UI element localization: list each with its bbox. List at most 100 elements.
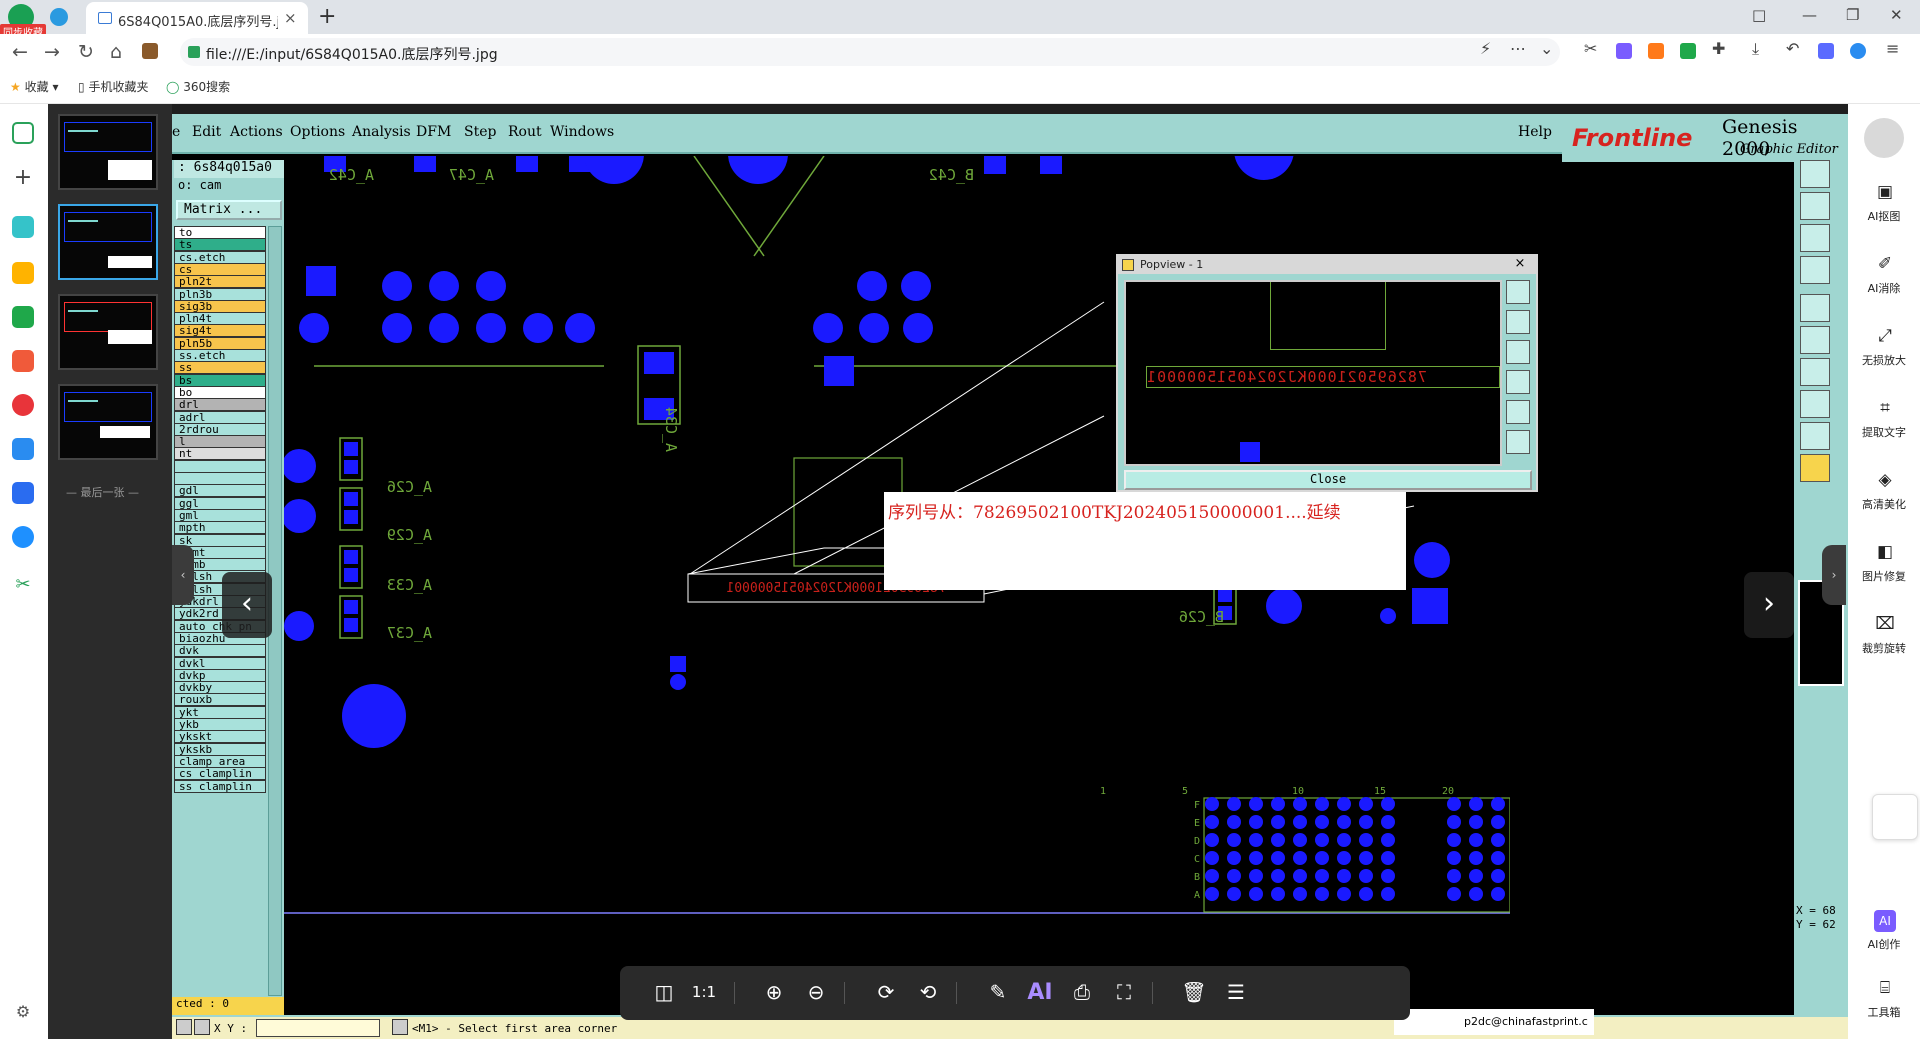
layer-item[interactable]: nt	[174, 447, 266, 461]
snap-icon[interactable]	[176, 1019, 192, 1035]
layer-item[interactable]: ykskb	[174, 742, 266, 756]
puzzle-icon[interactable]: ✚	[1712, 39, 1725, 58]
briefcase-icon[interactable]	[142, 43, 158, 59]
thumbnail-active[interactable]	[58, 204, 158, 280]
chevron-down-icon[interactable]: ⌄	[1540, 39, 1553, 58]
menu-step[interactable]: Step	[464, 124, 496, 140]
popview-close-icon[interactable]: ×	[1508, 256, 1532, 272]
download-icon[interactable]: ⤓	[1752, 39, 1759, 59]
fullscreen-icon[interactable]: ⛶	[1110, 980, 1138, 1004]
floating-helper-icon[interactable]	[1872, 794, 1918, 840]
ai-extension-icon[interactable]	[1818, 43, 1834, 59]
more-menu-icon[interactable]: ☰	[1222, 980, 1250, 1004]
print-icon[interactable]: ⎙	[1068, 980, 1096, 1004]
pointer-tool-icon[interactable]	[1800, 454, 1830, 482]
collapse-thumbs-button[interactable]: ‹	[172, 545, 194, 605]
pan-tool-icon[interactable]	[1800, 192, 1830, 220]
tool-image-repair[interactable]: ◧ 图片修复	[1848, 542, 1920, 600]
menu-dfm[interactable]: DFM	[416, 124, 451, 140]
browser-service-icon[interactable]	[1850, 43, 1866, 59]
layer-item[interactable]	[174, 472, 266, 485]
layer-item[interactable]: rouxb	[174, 693, 266, 707]
delete-icon[interactable]: 🗑	[1180, 980, 1208, 1004]
layer-item[interactable]: mpth	[174, 521, 266, 535]
minimize-button[interactable]: —	[1802, 6, 1817, 24]
layer-item[interactable]: ggl	[174, 496, 266, 510]
avatar[interactable]	[1864, 118, 1904, 158]
more-icon[interactable]: ⋯	[1510, 39, 1526, 58]
new-tab-button[interactable]: +	[318, 4, 336, 29]
layer-item[interactable]: dvkby	[174, 681, 266, 695]
layer-item[interactable]: ss	[174, 361, 266, 375]
scissors-icon[interactable]: ✂	[1584, 39, 1597, 58]
tool-ai-cutout[interactable]: ▣ AI抠图	[1848, 182, 1920, 240]
bookmark-360-search[interactable]: ◯ 360搜索	[166, 78, 230, 95]
line-tool-icon[interactable]	[1800, 358, 1830, 386]
menu-edit[interactable]: Edit	[192, 124, 221, 140]
layer-item[interactable]: l	[174, 435, 266, 449]
menu-icon[interactable]: ≡	[1886, 39, 1899, 58]
undo-icon[interactable]: ↶	[1786, 39, 1799, 58]
scissors-icon[interactable]: ✂	[12, 574, 34, 596]
tool-hd-enhance[interactable]: ◈ 高清美化	[1848, 470, 1920, 528]
pad-tool-icon[interactable]	[1800, 326, 1830, 354]
layer-item[interactable]: clamp_area	[174, 754, 266, 768]
menu-rout[interactable]: Rout	[508, 124, 542, 140]
layer-item[interactable]: dvkl	[174, 656, 266, 670]
layer-item[interactable]: cs_clamplin	[174, 767, 266, 781]
layer-item[interactable]	[174, 459, 266, 473]
home-sidebar-icon[interactable]	[12, 122, 34, 144]
layer-item[interactable]: gml	[174, 508, 266, 522]
pop-zoom-icon[interactable]	[1506, 280, 1530, 304]
settings-icon[interactable]: ⚙	[12, 1002, 34, 1024]
layer-item[interactable]: ts	[174, 238, 266, 252]
layer-item[interactable]: cs.etch	[174, 250, 266, 264]
menu-file[interactable]: e	[172, 124, 180, 140]
extension-game-icon[interactable]	[1648, 43, 1664, 59]
thumbnail[interactable]	[58, 294, 158, 370]
thumbnail[interactable]	[58, 384, 158, 460]
home-icon[interactable]: ⌂	[110, 41, 122, 63]
pop-prev-icon[interactable]	[1506, 400, 1530, 424]
layer-item[interactable]: pln3b	[174, 287, 266, 301]
doc-icon[interactable]	[12, 482, 34, 504]
tool-lossless-enlarge[interactable]: ⤢ 无损放大	[1848, 326, 1920, 384]
layer-item[interactable]: sk	[174, 533, 266, 547]
layer-item[interactable]: drl	[174, 398, 266, 412]
tool-ai-create[interactable]: AI AI创作	[1848, 910, 1920, 968]
telegram-icon[interactable]	[50, 8, 68, 26]
zoom-out-icon[interactable]: ⊖	[802, 980, 830, 1004]
layer-item[interactable]: bo	[174, 385, 266, 399]
favorites-icon[interactable]	[12, 262, 34, 284]
pop-home-icon[interactable]	[1506, 370, 1530, 394]
tool-crop-rotate[interactable]: ⌧ 裁剪旋转	[1848, 614, 1920, 672]
restore-button[interactable]: ❐	[1846, 6, 1859, 24]
layer-item[interactable]: ykskt	[174, 730, 266, 744]
close-window-button[interactable]: ✕	[1890, 6, 1903, 24]
actual-size-button[interactable]: 1:1	[690, 983, 718, 1001]
triangle-tool-icon[interactable]	[1800, 422, 1830, 450]
layer-item[interactable]: bs	[174, 373, 266, 387]
edit-image-icon[interactable]: ✎	[984, 980, 1012, 1004]
menu-help[interactable]: Help	[1518, 124, 1552, 140]
tool-toolbox[interactable]: ⌸ 工具箱	[1848, 978, 1920, 1036]
layer-item[interactable]: dvk	[174, 644, 266, 658]
pdf-icon[interactable]	[12, 350, 34, 372]
layer-item[interactable]: ss_clamplin	[174, 779, 266, 793]
bookmark-mobile[interactable]: ▯ 手机收藏夹	[78, 78, 148, 95]
translate-icon[interactable]	[12, 526, 34, 548]
layer-item[interactable]: pln5b	[174, 336, 266, 350]
layer-item[interactable]: pln2t	[174, 275, 266, 289]
tool-extract-text[interactable]: ⌗ 提取文字	[1848, 398, 1920, 456]
ai-photo-icon[interactable]	[12, 438, 34, 460]
matrix-button[interactable]: Matrix ...	[176, 200, 282, 220]
zoom-tool-icon[interactable]	[1800, 160, 1830, 188]
prev-image-button[interactable]: ‹	[222, 572, 272, 638]
layer-item[interactable]: sig4t	[174, 324, 266, 338]
ai-tools-button[interactable]: AI	[1026, 980, 1054, 1005]
xy-input[interactable]	[256, 1019, 380, 1037]
collapse-panel-button[interactable]: ›	[1822, 545, 1846, 605]
layer-item[interactable]: ykb	[174, 718, 266, 731]
rotate-left-icon[interactable]: ⟲	[914, 980, 942, 1004]
layer-item[interactable]: dvkp	[174, 668, 266, 682]
